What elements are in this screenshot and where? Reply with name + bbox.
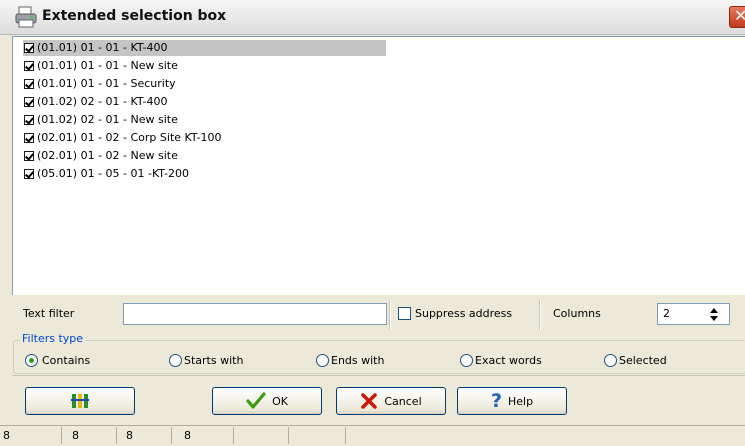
spin-down-icon[interactable] xyxy=(710,316,718,321)
radio-contains-label: Contains xyxy=(42,354,91,367)
item-checkbox[interactable] xyxy=(24,79,34,89)
divider xyxy=(389,300,391,330)
text-filter-label: Text filter xyxy=(23,307,75,320)
item-label: (02.01) 01 - 02 - Corp Site KT-100 xyxy=(37,131,222,144)
radio-ends-with-label: Ends with xyxy=(331,354,385,367)
selection-list[interactable]: (01.01) 01 - 01 - KT-400 (01.01) 01 - 01… xyxy=(12,36,745,295)
item-checkbox[interactable] xyxy=(24,43,34,53)
status-cell: 8 xyxy=(117,427,172,444)
question-mark-icon: ? xyxy=(490,390,502,412)
radio-selected-label: Selected xyxy=(619,354,667,367)
status-cell: 8 xyxy=(62,427,117,444)
item-checkbox[interactable] xyxy=(24,97,34,107)
item-checkbox[interactable] xyxy=(24,169,34,179)
item-checkbox[interactable] xyxy=(24,133,34,143)
radio-contains[interactable] xyxy=(25,354,38,367)
close-icon: ✕ xyxy=(734,6,745,25)
help-button[interactable]: ? Help xyxy=(457,387,567,415)
radio-starts-with[interactable] xyxy=(169,354,182,367)
item-label: (05.01) 01 - 05 - 01 -KT-200 xyxy=(37,167,189,180)
grid-columns-icon xyxy=(71,394,89,408)
status-bar: 8 8 8 8 xyxy=(0,425,745,446)
suppress-address-checkbox[interactable] xyxy=(398,307,411,320)
item-label: (01.02) 02 - 01 - KT-400 xyxy=(37,95,168,108)
status-cell xyxy=(346,427,745,444)
item-label: (02.01) 01 - 02 - New site xyxy=(37,149,178,162)
status-cell: 8 xyxy=(0,427,62,444)
suppress-address-label: Suppress address xyxy=(415,307,513,320)
columns-spinner[interactable]: 2 xyxy=(657,303,730,325)
item-label: (01.01) 01 - 01 - Security xyxy=(37,77,176,90)
list-item[interactable]: (01.02) 02 - 01 - New site xyxy=(24,112,178,128)
radio-exact-words[interactable] xyxy=(460,354,473,367)
radio-starts-with-label: Starts with xyxy=(184,354,244,367)
divider xyxy=(539,300,541,330)
status-cell: 8 xyxy=(172,427,234,444)
list-item[interactable]: (01.01) 01 - 01 - Security xyxy=(24,76,176,92)
list-item[interactable]: (05.01) 01 - 05 - 01 -KT-200 xyxy=(24,166,189,182)
item-label: (01.02) 02 - 01 - New site xyxy=(37,113,178,126)
item-checkbox[interactable] xyxy=(24,61,34,71)
item-label: (01.01) 01 - 01 - KT-400 xyxy=(37,41,168,54)
help-label: Help xyxy=(507,394,534,408)
text-filter-input[interactable] xyxy=(123,303,387,325)
list-item[interactable]: (02.01) 01 - 02 - New site xyxy=(24,148,178,164)
item-label: (01.01) 01 - 01 - New site xyxy=(37,59,178,72)
cancel-button[interactable]: Cancel xyxy=(336,387,446,415)
ok-button[interactable]: OK xyxy=(212,387,322,415)
columns-label: Columns xyxy=(553,307,601,320)
ok-label: OK xyxy=(272,394,288,408)
cancel-label: Cancel xyxy=(384,394,422,408)
radio-selected[interactable] xyxy=(604,354,617,367)
item-checkbox[interactable] xyxy=(24,151,34,161)
printer-icon xyxy=(15,6,37,28)
item-checkbox[interactable] xyxy=(24,115,34,125)
close-button[interactable]: ✕ xyxy=(729,6,745,28)
filters-type-legend: Filters type xyxy=(20,332,86,345)
filter-row: Text filter Suppress address Columns 2 xyxy=(12,296,745,334)
columns-value: 2 xyxy=(663,307,670,320)
title-bar: Extended selection box ✕ xyxy=(0,0,745,35)
columns-layout-button[interactable] xyxy=(25,387,135,415)
status-cell xyxy=(289,427,346,444)
list-item[interactable]: (02.01) 01 - 02 - Corp Site KT-100 xyxy=(24,130,222,146)
x-icon xyxy=(361,393,378,409)
spin-up-icon[interactable] xyxy=(710,308,718,313)
list-item[interactable]: (01.01) 01 - 01 - KT-400 xyxy=(23,40,386,56)
window-title: Extended selection box xyxy=(42,8,227,24)
status-cell xyxy=(234,427,289,444)
list-item[interactable]: (01.02) 02 - 01 - KT-400 xyxy=(24,94,168,110)
radio-exact-words-label: Exact words xyxy=(475,354,542,367)
radio-ends-with[interactable] xyxy=(316,354,329,367)
list-item[interactable]: (01.01) 01 - 01 - New site xyxy=(24,58,178,74)
checkmark-icon xyxy=(246,392,266,409)
